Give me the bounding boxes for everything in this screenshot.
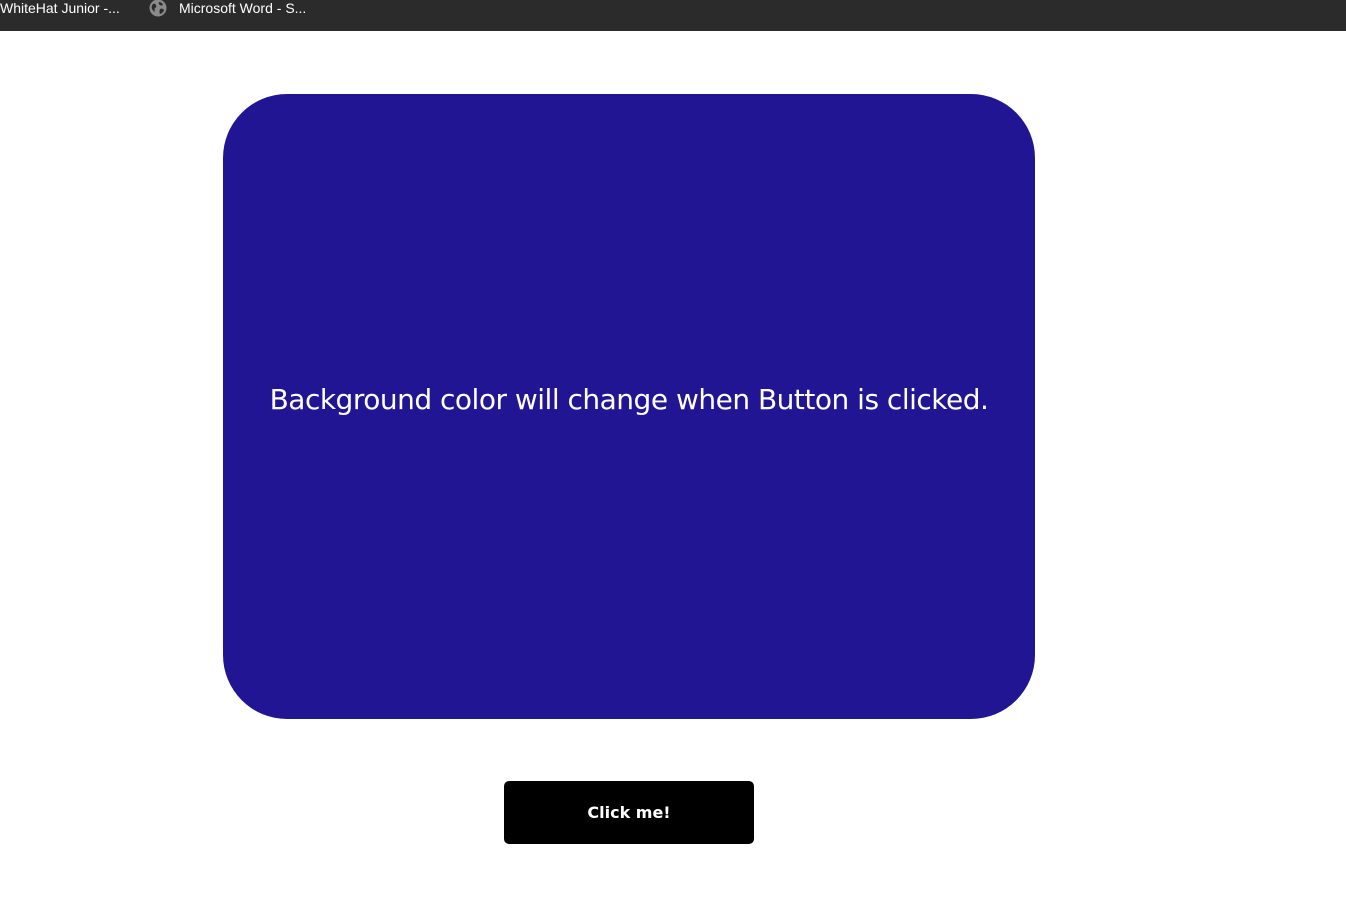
bookmark-label: WhiteHat Junior -...: [0, 0, 120, 16]
bookmark-whitehat-junior[interactable]: WhiteHat Junior -...: [0, 0, 120, 16]
color-box: Background color will change when Button…: [223, 94, 1035, 719]
bookmarks-bar: WhiteHat Junior -... Microsoft Word - S.…: [0, 0, 1346, 31]
box-message: Background color will change when Button…: [269, 382, 989, 416]
bookmark-label: Microsoft Word - S...: [179, 0, 307, 16]
bookmark-microsoft-word[interactable]: Microsoft Word - S...: [149, 0, 307, 17]
click-me-button[interactable]: Click me!: [504, 781, 754, 844]
globe-icon: [149, 0, 167, 17]
